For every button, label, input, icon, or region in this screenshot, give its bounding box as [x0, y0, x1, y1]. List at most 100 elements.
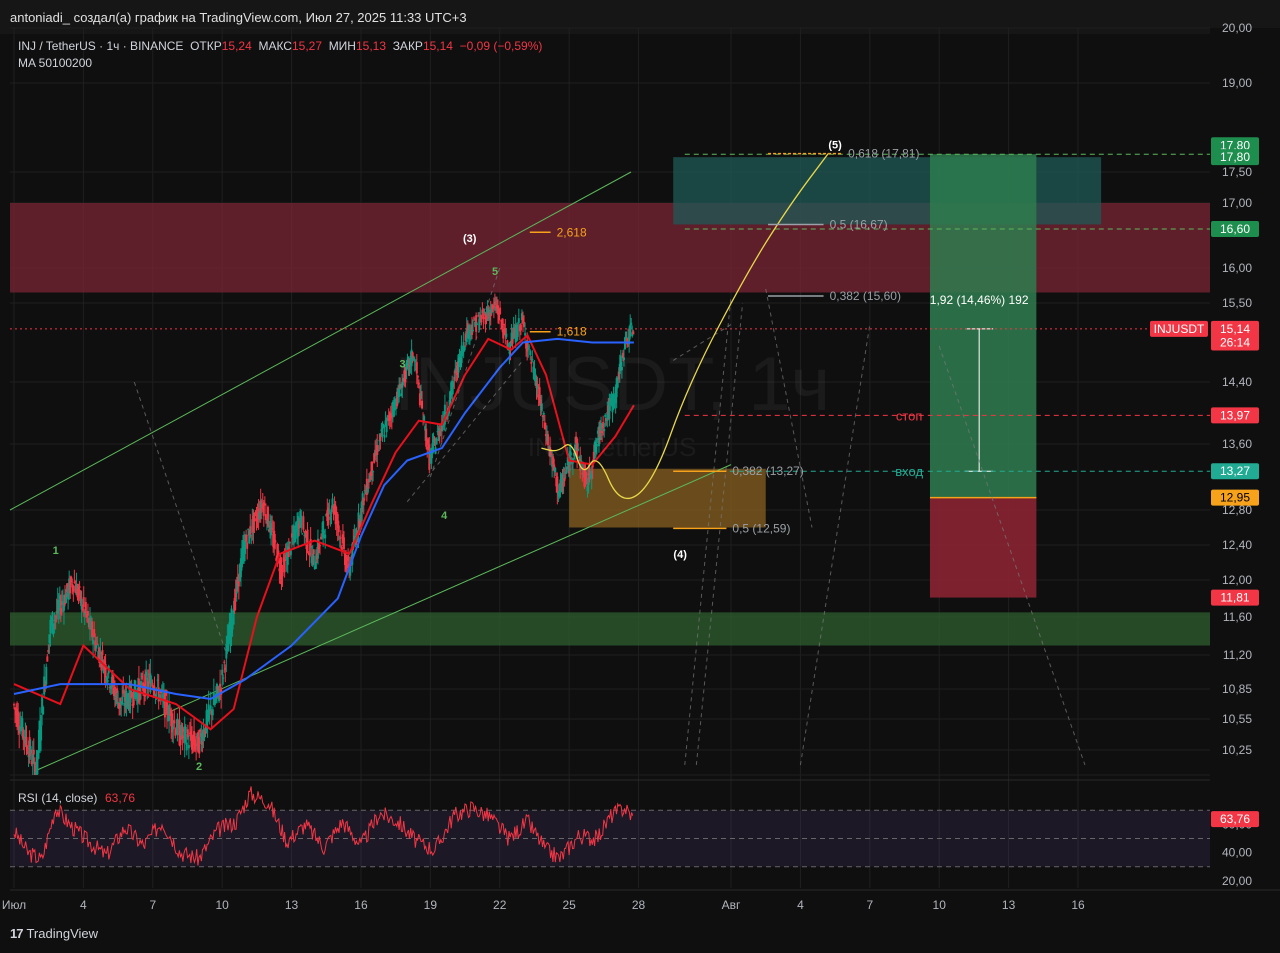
candle-body: [72, 585, 75, 592]
candle-body: [330, 508, 333, 513]
open-value: 15,24: [221, 39, 252, 53]
rsi-tag: 63,76: [1220, 812, 1250, 826]
wave-label: 2: [196, 761, 202, 773]
candle-body: [300, 515, 303, 528]
wave-label: 5: [492, 266, 498, 278]
candle-body: [337, 525, 340, 533]
zone-support: [10, 612, 1210, 646]
candle-body: [472, 329, 475, 331]
candle-body: [519, 324, 522, 331]
candle-body: [554, 467, 557, 473]
time-tick-label: 7: [866, 898, 873, 912]
footer-brand[interactable]: TradingView: [26, 926, 98, 941]
wave-label: (4): [673, 549, 687, 561]
price-tag: 26:14: [1220, 336, 1250, 350]
low-label: МИН: [328, 39, 356, 53]
symbol-name[interactable]: INJ / TetherUS · 1ч · BINANCE: [18, 39, 183, 53]
candle-body: [173, 720, 176, 724]
candle-body: [266, 506, 269, 526]
rsi-label: RSI (14, close): [18, 791, 97, 805]
candle-body: [306, 529, 309, 551]
wave-label: 4: [441, 510, 448, 522]
candle-body: [331, 498, 334, 506]
time-tick-label: 25: [562, 898, 576, 912]
candle-body: [32, 749, 35, 755]
candle-body: [45, 666, 48, 685]
change-value: −0,09 (−0,59%): [459, 39, 543, 53]
candle-body: [209, 705, 212, 710]
candle-body: [372, 471, 375, 473]
candle-body: [505, 333, 508, 338]
candle-body: [82, 597, 85, 608]
candle-body: [281, 570, 284, 577]
candle-body: [46, 656, 49, 662]
candle-body: [40, 725, 43, 741]
ohlc-line: INJ / TetherUS · 1ч · BINANCE ОТКР15,24 …: [18, 38, 542, 55]
candle-body: [328, 510, 331, 512]
line-label: вход: [895, 464, 923, 479]
time-tick-label: Авг: [722, 898, 741, 912]
time-tick-label: 10: [933, 898, 947, 912]
candle-body: [25, 737, 28, 746]
price-tick-label: 10,25: [1222, 743, 1252, 757]
price-tag: 13,27: [1220, 464, 1250, 478]
price-tag: 16,60: [1220, 222, 1250, 236]
candle-body: [187, 744, 190, 749]
candle-body: [585, 473, 588, 476]
candle-body: [106, 680, 109, 683]
price-tick-label: 14,40: [1222, 375, 1252, 389]
candle-body: [92, 640, 95, 645]
fib-level-label: 0,5 (16,67): [830, 217, 888, 231]
time-tick-label: 4: [797, 898, 804, 912]
candle-body: [96, 643, 99, 645]
wave-label: (5): [828, 139, 842, 151]
close-value: 15,14: [422, 39, 453, 53]
candle-body: [482, 316, 485, 320]
price-chart[interactable]: 1,92 (14,46%) 192 0,618 (17,81) 0,5 (16,67…: [0, 0, 1280, 953]
candle-body: [524, 333, 527, 336]
candle-body: [632, 331, 635, 335]
position-profit-zone: [929, 154, 1037, 498]
candle-body: [324, 534, 327, 539]
candle-body: [185, 742, 188, 751]
rsi-tick-label: 40,00: [1222, 846, 1252, 860]
candle-body: [13, 704, 15, 706]
fib-level-label: 0,382 (13,27): [732, 464, 803, 478]
tradingview-logo-icon[interactable]: 17: [10, 926, 24, 941]
candle-body: [556, 476, 559, 494]
high-value: 15,27: [291, 39, 323, 53]
footer: 17 TradingView: [10, 926, 98, 941]
time-tick-label: Июл: [2, 898, 26, 912]
watermark-symbol: INJUSDT, 1ч: [394, 342, 831, 427]
time-tick-label: 7: [149, 898, 156, 912]
watermark-description: INJ / TetherUS: [528, 432, 697, 462]
time-tick-label: 16: [1071, 898, 1085, 912]
price-tag: 13,97: [1220, 408, 1250, 422]
symbol-tag: INJUSDT: [1154, 322, 1205, 336]
price-tag: 17,80: [1220, 150, 1250, 164]
candle-body: [244, 541, 247, 555]
price-tick-label: 13,60: [1222, 437, 1252, 451]
candle-body: [221, 669, 224, 676]
time-tick-label: 19: [424, 898, 438, 912]
candle-body: [101, 650, 104, 655]
fib-level-label: 0,382 (15,60): [830, 289, 901, 303]
candle-body: [319, 545, 322, 547]
time-tick-label: 22: [493, 898, 507, 912]
wave-label: 1: [53, 545, 59, 557]
candle-body: [84, 602, 87, 614]
price-tick-label: 10,55: [1222, 712, 1252, 726]
candle-body: [219, 683, 222, 687]
candle-body: [476, 324, 479, 326]
candle-body: [121, 696, 124, 705]
candle-body: [288, 541, 291, 544]
price-tick-label: 12,00: [1222, 573, 1252, 587]
ma-legend[interactable]: MA 50100200: [18, 55, 542, 72]
time-tick-label: 16: [354, 898, 368, 912]
price-tick-label: 10,85: [1222, 682, 1252, 696]
candle-body: [630, 322, 633, 326]
candle-body: [246, 542, 249, 549]
zone-target: [673, 157, 1102, 225]
wave-label: (3): [463, 233, 477, 245]
high-label: МАКС: [258, 39, 292, 53]
